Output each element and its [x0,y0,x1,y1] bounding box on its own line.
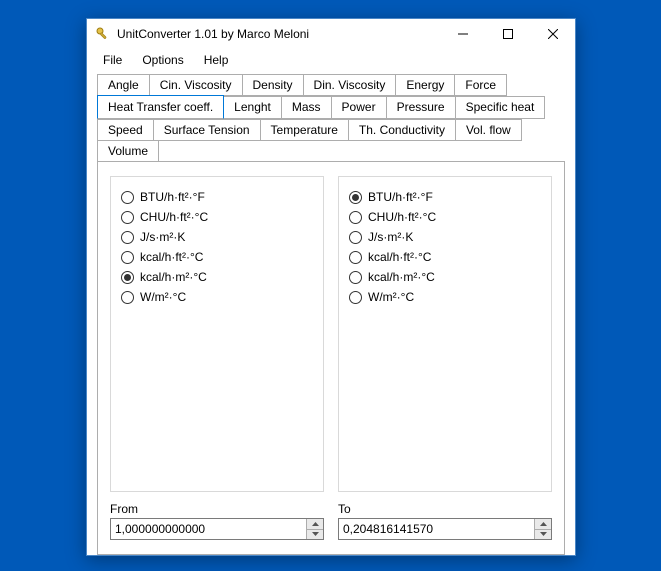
tab-heat-transfer-coeff[interactable]: Heat Transfer coeff. [97,95,224,119]
tabstrip: AngleCin. ViscosityDensityDin. Viscosity… [87,73,575,161]
to-unit-option[interactable]: kcal/h·m²·°C [349,267,541,287]
to-unit-option[interactable]: kcal/h·ft²·°C [349,247,541,267]
from-label: From [110,502,324,516]
to-unit-label: CHU/h·ft²·°C [368,210,436,224]
tab-temperature[interactable]: Temperature [260,119,349,141]
tab-specific-heat[interactable]: Specific heat [455,96,546,119]
radio-icon [121,231,134,244]
from-unit-label: J/s·m²·K [140,230,185,244]
to-unit-label: J/s·m²·K [368,230,413,244]
from-unit-label: W/m²·°C [140,290,186,304]
from-unit-option[interactable]: W/m²·°C [121,287,313,307]
from-unit-option[interactable]: CHU/h·ft²·°C [121,207,313,227]
radio-icon [349,291,362,304]
from-spin-down[interactable] [307,530,323,540]
from-value-input[interactable] [111,519,306,539]
tab-energy[interactable]: Energy [395,74,455,96]
to-unit-label: BTU/h·ft²·°F [368,190,433,204]
minimize-button[interactable] [440,20,485,48]
from-unit-option[interactable]: kcal/h·ft²·°C [121,247,313,267]
close-button[interactable] [530,20,575,48]
to-value-box [338,518,552,540]
tab-volume[interactable]: Volume [97,140,159,161]
from-spinner [306,519,323,539]
tab-vol-flow[interactable]: Vol. flow [455,119,522,141]
window-title: UnitConverter 1.01 by Marco Meloni [117,27,309,41]
to-unit-option[interactable]: J/s·m²·K [349,227,541,247]
radio-icon [121,271,134,284]
radio-icon [121,191,134,204]
to-unit-panel: BTU/h·ft²·°F CHU/h·ft²·°C J/s·m²·K kcal/h·f… [338,176,552,492]
radio-icon [349,191,362,204]
radio-icon [349,211,362,224]
maximize-button[interactable] [485,20,530,48]
tab-speed[interactable]: Speed [97,119,154,141]
radio-icon [349,231,362,244]
menu-options[interactable]: Options [134,51,191,69]
to-unit-label: W/m²·°C [368,290,414,304]
to-unit-label: kcal/h·ft²·°C [368,250,431,264]
from-unit-option[interactable]: J/s·m²·K [121,227,313,247]
tab-th-conductivity[interactable]: Th. Conductivity [348,119,456,141]
to-unit-label: kcal/h·m²·°C [368,270,435,284]
to-spinner [534,519,551,539]
radio-icon [349,271,362,284]
tab-power[interactable]: Power [331,96,387,119]
from-spin-up[interactable] [307,519,323,530]
menubar: File Options Help [87,49,575,73]
menu-help[interactable]: Help [196,51,237,69]
tab-force[interactable]: Force [454,74,507,96]
app-icon [95,26,111,42]
to-unit-option[interactable]: CHU/h·ft²·°C [349,207,541,227]
tab-surface-tension[interactable]: Surface Tension [153,119,261,141]
from-unit-label: CHU/h·ft²·°C [140,210,208,224]
tab-content: BTU/h·ft²·°F CHU/h·ft²·°C J/s·m²·K kcal/h·f… [97,161,565,555]
from-unit-label: BTU/h·ft²·°F [140,190,205,204]
from-unit-label: kcal/h·ft²·°C [140,250,203,264]
radio-icon [121,291,134,304]
to-spin-up[interactable] [535,519,551,530]
tab-density[interactable]: Density [242,74,304,96]
tab-din-viscosity[interactable]: Din. Viscosity [303,74,397,96]
from-unit-label: kcal/h·m²·°C [140,270,207,284]
tab-pressure[interactable]: Pressure [386,96,456,119]
tab-cin-viscosity[interactable]: Cin. Viscosity [149,74,243,96]
from-value-box [110,518,324,540]
to-unit-option[interactable]: W/m²·°C [349,287,541,307]
titlebar: UnitConverter 1.01 by Marco Meloni [87,19,575,49]
tab-mass[interactable]: Mass [281,96,332,119]
menu-file[interactable]: File [95,51,130,69]
from-unit-panel: BTU/h·ft²·°F CHU/h·ft²·°C J/s·m²·K kcal/h·f… [110,176,324,492]
to-label: To [338,502,552,516]
to-unit-option[interactable]: BTU/h·ft²·°F [349,187,541,207]
tab-lenght[interactable]: Lenght [223,96,282,119]
radio-icon [121,251,134,264]
radio-icon [349,251,362,264]
to-value-input[interactable] [339,519,534,539]
tab-angle[interactable]: Angle [97,74,150,96]
from-unit-option[interactable]: BTU/h·ft²·°F [121,187,313,207]
radio-icon [121,211,134,224]
from-unit-option[interactable]: kcal/h·m²·°C [121,267,313,287]
app-window: UnitConverter 1.01 by Marco Meloni File … [86,18,576,556]
to-spin-down[interactable] [535,530,551,540]
